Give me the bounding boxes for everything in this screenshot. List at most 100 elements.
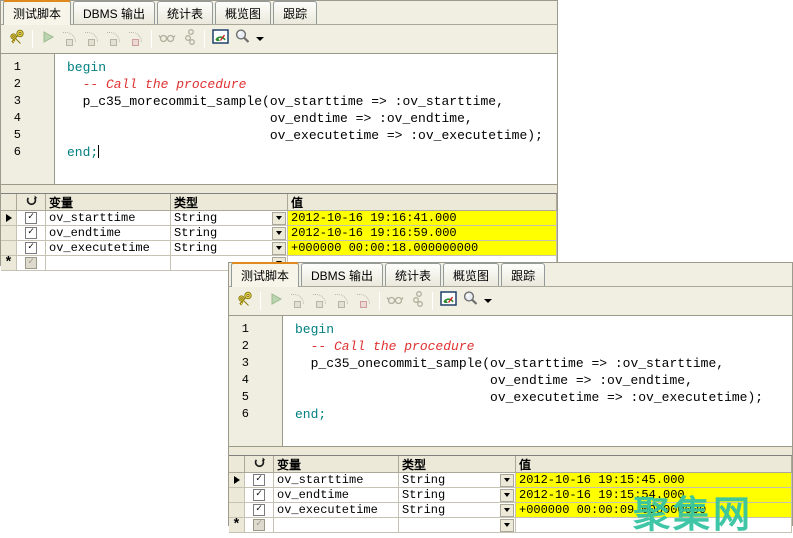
header-direction-cell [245, 456, 274, 473]
line-number: 6 [229, 406, 249, 423]
keys-button[interactable] [6, 28, 28, 50]
row-enabled-checkbox[interactable]: ✓ [253, 519, 265, 531]
row-enabled-checkbox[interactable]: ✓ [253, 489, 265, 501]
type-dropdown-icon[interactable] [272, 227, 286, 240]
breakpoints-button[interactable] [406, 290, 428, 312]
watch-button[interactable] [156, 28, 178, 50]
header-indicator-cell [229, 456, 245, 473]
new-row-indicator: * [1, 256, 17, 271]
breakpoints-button[interactable] [178, 28, 200, 50]
value-cell[interactable]: 2012-10-16 19:16:41.000 [288, 211, 557, 226]
type-dropdown-icon[interactable] [272, 242, 286, 255]
type-cell[interactable]: String [171, 211, 288, 226]
step-button-1[interactable] [59, 28, 81, 50]
code-area[interactable]: begin -- Call the procedure p_c35_moreco… [55, 54, 557, 184]
code-line: p_c35_morecommit_sample(ov_starttime => … [67, 93, 557, 110]
tab-overview[interactable]: 概览图 [215, 1, 271, 24]
toolbar-separator [260, 292, 261, 310]
column-header-variable[interactable]: 变量 [46, 194, 171, 211]
code-editor[interactable]: 1 2 3 4 5 6 begin -- Call the procedure … [1, 54, 557, 185]
tab-test-script[interactable]: 测试脚本 [3, 0, 71, 25]
step-button-3[interactable] [331, 290, 353, 312]
keys-button[interactable] [234, 290, 256, 312]
type-dropdown-icon[interactable] [500, 489, 514, 502]
glasses-icon [158, 30, 176, 49]
run-button[interactable] [265, 290, 287, 312]
splitter[interactable] [1, 185, 557, 193]
row-enabled-checkbox[interactable]: ✓ [25, 212, 37, 224]
variable-name-cell[interactable]: ov_executetime [46, 241, 171, 256]
code-editor[interactable]: 1 2 3 4 5 6 begin -- Call the procedure … [229, 316, 792, 447]
type-cell[interactable]: String [171, 226, 288, 241]
step-button-4[interactable] [353, 290, 375, 312]
row-indicator [1, 211, 17, 226]
profiler-button[interactable] [437, 290, 459, 312]
variable-name-cell[interactable]: ov_endtime [274, 488, 399, 503]
step-button-2[interactable] [81, 28, 103, 50]
variable-name-cell[interactable] [46, 256, 171, 271]
value-cell[interactable]: 2012-10-16 19:16:59.000 [288, 226, 557, 241]
type-cell[interactable]: String [399, 473, 516, 488]
step-out-icon [127, 31, 145, 47]
row-enabled-checkbox[interactable]: ✓ [25, 257, 37, 269]
code-area[interactable]: begin -- Call the procedure p_c35_onecom… [283, 316, 792, 446]
run-button[interactable] [37, 28, 59, 50]
toolbar-separator [151, 30, 152, 48]
column-header-value[interactable]: 值 [516, 456, 792, 473]
type-dropdown-icon[interactable] [500, 504, 514, 517]
zoom-dropdown[interactable] [253, 28, 265, 50]
value-cell[interactable]: +000000 00:00:18.000000000 [288, 241, 557, 256]
type-dropdown-icon[interactable] [500, 474, 514, 487]
tab-trace[interactable]: 跟踪 [501, 263, 545, 286]
step-button-2[interactable] [309, 290, 331, 312]
column-header-type[interactable]: 类型 [399, 456, 516, 473]
toolbar-separator [432, 292, 433, 310]
step-button-1[interactable] [287, 290, 309, 312]
direction-icon [26, 195, 37, 210]
step-over-icon [311, 293, 329, 309]
zoom-button[interactable] [231, 28, 253, 50]
column-header-value[interactable]: 值 [288, 194, 557, 211]
watch-button[interactable] [384, 290, 406, 312]
tab-dbms-output[interactable]: DBMS 输出 [301, 263, 383, 286]
step-button-3[interactable] [103, 28, 125, 50]
tab-test-script[interactable]: 测试脚本 [231, 262, 299, 287]
type-cell[interactable]: String [171, 241, 288, 256]
row-enabled-checkbox[interactable]: ✓ [253, 504, 265, 516]
tab-statistics[interactable]: 统计表 [385, 263, 441, 286]
type-dropdown-icon[interactable] [500, 519, 514, 532]
type-cell[interactable]: String [399, 503, 516, 518]
row-enabled-checkbox[interactable]: ✓ [253, 474, 265, 486]
profiler-button[interactable] [209, 28, 231, 50]
zoom-dropdown[interactable] [481, 290, 493, 312]
step-out-icon [355, 293, 373, 309]
column-header-type[interactable]: 类型 [171, 194, 288, 211]
column-header-variable[interactable]: 变量 [274, 456, 399, 473]
row-enabled-checkbox[interactable]: ✓ [25, 227, 37, 239]
tab-bar: 测试脚本 DBMS 输出 统计表 概览图 跟踪 [1, 1, 557, 25]
tab-overview[interactable]: 概览图 [443, 263, 499, 286]
checkbox-cell: ✓ [17, 211, 46, 226]
splitter[interactable] [229, 447, 792, 455]
breakpoints-icon [180, 28, 198, 51]
variable-name-cell[interactable]: ov_starttime [274, 473, 399, 488]
tab-trace[interactable]: 跟踪 [273, 1, 317, 24]
line-number: 2 [1, 76, 21, 93]
step-over-icon [83, 31, 101, 47]
zoom-button[interactable] [459, 290, 481, 312]
variable-name-cell[interactable]: ov_endtime [46, 226, 171, 241]
run-icon [269, 292, 283, 311]
variable-name-cell[interactable]: ov_executetime [274, 503, 399, 518]
tab-dbms-output[interactable]: DBMS 输出 [73, 1, 155, 24]
step-button-4[interactable] [125, 28, 147, 50]
type-cell[interactable]: String [399, 488, 516, 503]
line-number: 5 [229, 389, 249, 406]
type-dropdown-icon[interactable] [272, 212, 286, 225]
row-enabled-checkbox[interactable]: ✓ [25, 242, 37, 254]
variable-name-cell[interactable]: ov_starttime [46, 211, 171, 226]
line-number: 3 [229, 355, 249, 372]
tab-statistics[interactable]: 统计表 [157, 1, 213, 24]
line-number: 4 [1, 110, 21, 127]
toolbar [1, 25, 557, 54]
checkbox-cell: ✓ [17, 241, 46, 256]
